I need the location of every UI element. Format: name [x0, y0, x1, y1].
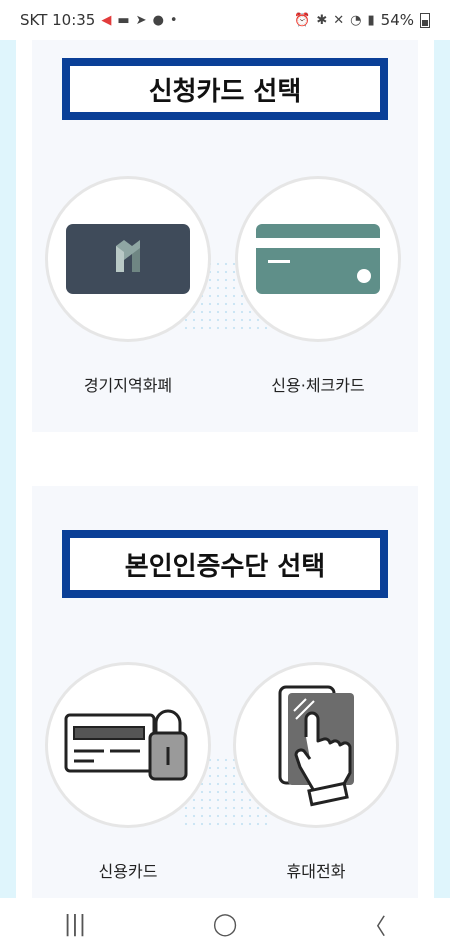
right-gutter — [434, 40, 450, 898]
home-button[interactable]: ◯ — [195, 912, 255, 937]
battery-icon — [420, 12, 430, 28]
credit-card-auth-label: 신용카드 — [98, 862, 158, 881]
phone-touch-icon — [278, 685, 354, 807]
bluetooth-icon: ✱ — [316, 12, 328, 28]
more-dot-icon: • — [169, 12, 178, 28]
back-button[interactable]: 〈 — [345, 909, 405, 941]
auth-section-title: 본인인증수단 선택 — [62, 530, 388, 598]
card-select-section: 신청카드 선택 경기지역화폐 신용·체크카드 — [32, 40, 418, 432]
credit-check-circle[interactable] — [235, 176, 401, 342]
local-currency-label: 경기지역화폐 — [83, 376, 173, 395]
message-icon: ▬ — [117, 12, 130, 28]
mobile-phone-auth-circle[interactable] — [233, 662, 399, 828]
credit-card-auth-circle[interactable] — [45, 662, 211, 828]
mute-icon: ✕ — [333, 12, 345, 28]
option-credit-check-card[interactable]: 신용·체크카드 — [228, 176, 408, 396]
carrier-time: SKT 10:35 — [20, 11, 96, 29]
alarm-icon: ⏰ — [294, 12, 311, 28]
status-left: SKT 10:35 ◀ ▬ ➤ ● • — [20, 11, 178, 29]
mobile-phone-auth-label: 휴대전화 — [286, 862, 346, 881]
local-currency-circle[interactable] — [45, 176, 211, 342]
card-lock-icon — [64, 709, 188, 781]
recent-apps-button[interactable]: ||| — [45, 912, 105, 937]
local-currency-card-icon — [66, 224, 190, 294]
telegram-icon: ➤ — [135, 12, 147, 28]
option-local-currency[interactable]: 경기지역화폐 — [38, 176, 218, 396]
status-bar: SKT 10:35 ◀ ▬ ➤ ● • ⏰ ✱ ✕ ◔ ▮ 54% — [0, 0, 450, 40]
option-credit-card-auth[interactable]: 신용카드 — [38, 662, 218, 882]
wifi-icon: ◔ — [350, 12, 362, 28]
signal-icon: ▮ — [367, 12, 375, 28]
credit-card-icon — [256, 224, 380, 294]
card-section-title: 신청카드 선택 — [62, 58, 388, 120]
battery-percent: 54% — [380, 11, 414, 29]
auth-select-section: 본인인증수단 선택 신용카드 휴대전화 — [32, 486, 418, 898]
kakaotalk-icon: ● — [152, 12, 164, 28]
option-mobile-phone-auth[interactable]: 휴대전화 — [226, 662, 406, 882]
content-area: 신청카드 선택 경기지역화폐 신용·체크카드 본인인증수단 선택 신용카드 휴대… — [0, 40, 450, 898]
credit-check-label: 신용·체크카드 — [271, 376, 365, 395]
status-right: ⏰ ✱ ✕ ◔ ▮ 54% — [294, 11, 430, 29]
megaphone-icon: ◀ — [101, 12, 112, 28]
left-gutter — [0, 40, 16, 898]
system-nav-bar: ||| ◯ 〈 — [0, 898, 450, 951]
